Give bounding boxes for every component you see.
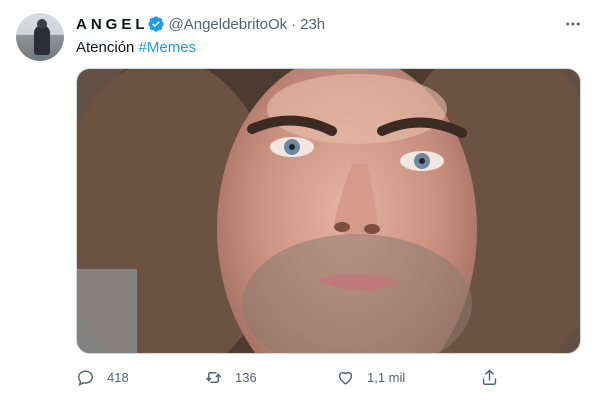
verified-badge-icon <box>147 16 164 32</box>
share-icon <box>482 369 497 385</box>
share-button[interactable] <box>480 364 499 390</box>
heart-icon <box>338 371 353 385</box>
separator-dot: · <box>291 15 297 33</box>
tweet-header: ANGEL @AngeldebritoOk · 23h <box>76 14 325 34</box>
avatar-figure-head <box>37 19 47 29</box>
reply-button[interactable]: 418 <box>76 364 129 390</box>
retweet-icon <box>206 371 221 383</box>
photo-illustration <box>77 69 580 353</box>
action-bar: 418 136 1,1 mil <box>76 364 506 390</box>
reply-icon <box>78 369 93 386</box>
retweet-button[interactable]: 136 <box>204 364 257 390</box>
more-options-icon[interactable] <box>563 14 583 34</box>
like-button[interactable]: 1,1 mil <box>336 364 405 390</box>
avatar-figure <box>34 25 50 55</box>
tweet-text: Atención #Memes <box>76 38 196 58</box>
avatar[interactable] <box>16 13 64 61</box>
tweet-timestamp[interactable]: 23h <box>300 16 325 33</box>
author-handle[interactable]: @AngeldebritoOk <box>169 16 288 33</box>
author-name[interactable]: ANGEL <box>76 16 149 33</box>
like-count: 1,1 mil <box>367 369 406 385</box>
tweet-photo[interactable] <box>76 68 581 354</box>
tweet[interactable]: ANGEL @AngeldebritoOk · 23h Atención #Me… <box>0 0 598 400</box>
hashtag-link[interactable]: #Memes <box>139 39 197 56</box>
reply-count: 418 <box>107 369 129 385</box>
tweet-text-body: Atención <box>76 39 135 56</box>
retweet-count: 136 <box>235 369 257 385</box>
